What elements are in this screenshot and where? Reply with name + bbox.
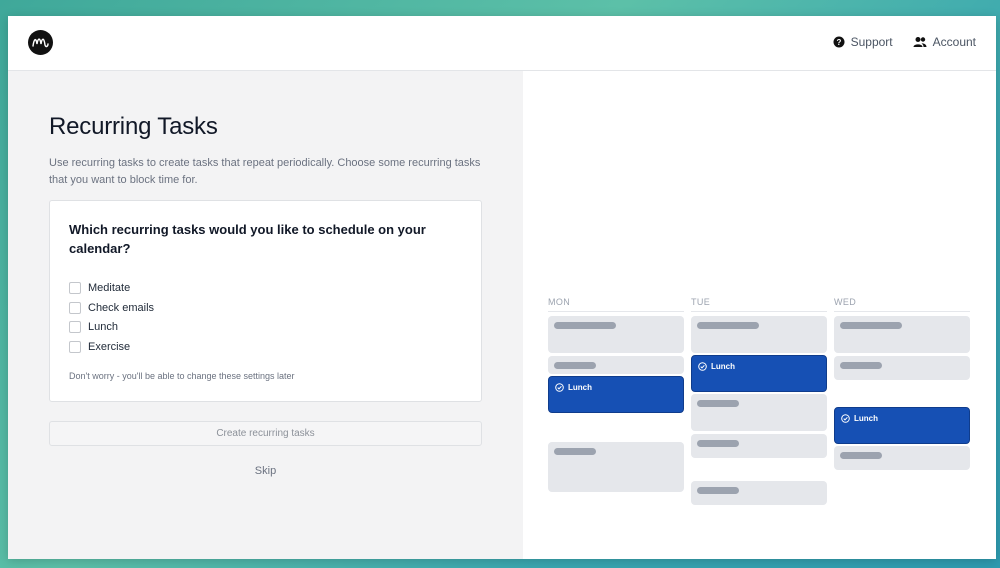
placeholder-bar [554,448,596,455]
checkbox[interactable] [69,301,81,314]
event-label: Lunch [854,414,878,423]
app-window: ? Support Account Recurring Tasks Use re… [8,16,996,559]
setup-panel: Recurring Tasks Use recurring tasks to c… [8,71,523,559]
lunch-event-mon[interactable]: Lunch [548,376,684,413]
lunch-event-tue[interactable]: Lunch [691,355,827,392]
day-label-wed: WED [834,297,857,307]
calendar-block [834,446,970,470]
support-link[interactable]: ? Support [833,35,893,49]
support-label: Support [850,35,893,49]
placeholder-bar [840,322,902,329]
option-label: Meditate [88,281,131,294]
logo[interactable] [28,30,53,55]
calendar-block [691,316,827,353]
account-link[interactable]: Account [913,35,976,49]
placeholder-bar [554,362,596,369]
calendar-block [691,481,827,505]
check-circle-icon [555,383,564,392]
checkbox[interactable] [69,340,81,353]
account-label: Account [932,35,976,49]
placeholder-bar [697,400,739,407]
recurring-tasks-card: Which recurring tasks would you like to … [49,200,482,402]
placeholder-bar [840,452,882,459]
placeholder-bar [697,487,739,494]
help-icon: ? [833,36,845,48]
svg-text:?: ? [836,38,841,47]
placeholder-bar [697,440,739,447]
day-divider [691,311,827,312]
day-divider [548,311,684,312]
option-label: Exercise [88,340,131,353]
page-title: Recurring Tasks [49,113,218,140]
day-label-mon: MON [548,297,571,307]
settings-note: Don't worry - you'll be able to change t… [69,371,295,381]
option-exercise[interactable]: Exercise [69,337,154,357]
day-label-tue: TUE [691,297,711,307]
placeholder-bar [697,322,759,329]
event-label: Lunch [711,362,735,371]
placeholder-bar [840,362,882,369]
placeholder-bar [554,322,616,329]
top-bar: ? Support Account [8,16,996,71]
event-label: Lunch [568,383,592,392]
calendar-block [548,442,684,492]
question-text: Which recurring tasks would you like to … [69,222,426,256]
option-label: Check emails [88,301,155,314]
option-check-emails[interactable]: Check emails [69,298,154,318]
option-lunch[interactable]: Lunch [69,317,154,337]
check-circle-icon [841,414,850,423]
day-divider [834,311,970,312]
calendar-block [691,394,827,431]
calendar-block [691,434,827,458]
lunch-event-wed[interactable]: Lunch [834,407,970,444]
users-icon [913,37,927,47]
create-recurring-tasks-button[interactable]: Create recurring tasks [49,421,482,446]
calendar-block [834,356,970,380]
skip-link[interactable]: Skip [49,465,482,477]
calendar-preview: MON TUE WED Lunch Lunch Lunch [523,71,996,559]
page-description: Use recurring tasks to create tasks that… [49,157,481,186]
calendar-block [548,316,684,353]
calendar-block [834,316,970,353]
option-label: Lunch [88,321,118,334]
task-options: Meditate Check emails Lunch Exercise [69,278,154,357]
check-circle-icon [698,362,707,371]
checkbox[interactable] [69,281,81,294]
top-nav: ? Support Account [833,35,976,49]
checkbox[interactable] [69,321,81,334]
calendar-block [548,356,684,374]
option-meditate[interactable]: Meditate [69,278,154,298]
logo-mark-icon [32,38,49,48]
